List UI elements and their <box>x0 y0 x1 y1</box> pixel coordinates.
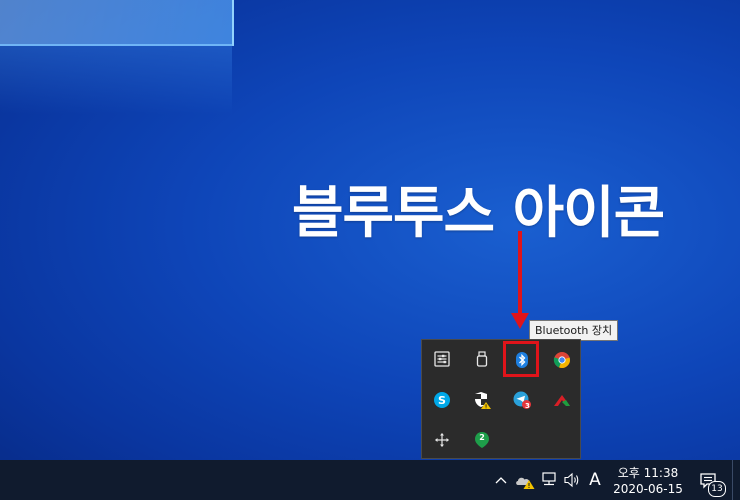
clock-date[interactable]: 2020-06-15 <box>604 482 692 496</box>
bluetooth-tooltip: Bluetooth 장치 <box>529 320 619 341</box>
telegram-badge-count: 3 <box>525 402 530 410</box>
volume-icon[interactable] <box>562 470 582 490</box>
network-icon[interactable] <box>539 470 559 490</box>
app-red-green-icon[interactable] <box>543 381 581 419</box>
clock-time[interactable]: 오후 11:38 <box>604 464 692 481</box>
green-badge-count: 2 <box>479 433 485 442</box>
usb-drive-icon[interactable] <box>463 340 501 378</box>
desktop-wallpaper-light <box>0 0 234 46</box>
taskbar: A 오후 11:38 2020-06-15 13 <box>0 460 740 500</box>
bluetooth-highlight-box <box>503 341 539 377</box>
show-desktop-button[interactable] <box>732 460 740 500</box>
green-badge-icon[interactable]: 2 <box>463 421 501 459</box>
annotation-arrow-head <box>511 313 529 329</box>
annotation-arrow-shaft <box>518 231 522 317</box>
svg-text:S: S <box>438 394 446 407</box>
security-warning-icon[interactable] <box>463 381 501 419</box>
chrome-icon[interactable] <box>543 341 581 379</box>
tray-overflow-flyout: S 3 2 <box>421 339 581 459</box>
onedrive-warning-icon[interactable] <box>514 470 536 492</box>
ime-mode-indicator[interactable]: A <box>585 469 605 491</box>
show-hidden-icons-chevron-up-icon[interactable] <box>491 470 511 490</box>
desktop-wallpaper-glow <box>0 44 232 114</box>
skype-icon[interactable]: S <box>423 381 461 419</box>
move-arrows-icon[interactable] <box>423 421 461 459</box>
settings-sliders-icon[interactable] <box>423 340 461 378</box>
action-center-button[interactable]: 13 <box>694 466 726 497</box>
annotation-title: 블루투스 아이콘 <box>292 181 665 246</box>
notification-count-badge: 13 <box>708 481 726 497</box>
telegram-icon[interactable]: 3 <box>503 381 541 419</box>
